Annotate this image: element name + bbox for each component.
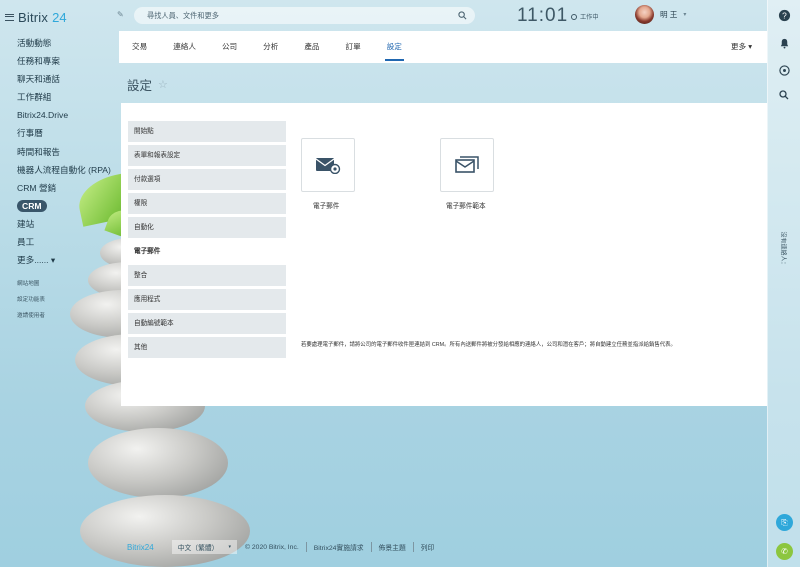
menu-icon[interactable] (5, 13, 14, 21)
email-settings-icon (315, 158, 341, 174)
search-input[interactable]: 尋找人員、文件和更多 (147, 11, 458, 21)
settings-menu-email[interactable]: 電子郵件 (128, 240, 286, 263)
email-template-card[interactable]: 電子郵件範本 (440, 138, 546, 210)
user-name[interactable]: 明 王 (660, 9, 677, 20)
settings-menu-automation[interactable]: 自動化 (128, 216, 286, 239)
logo-row: Bitrix 24 (5, 9, 67, 25)
crm-tabs: 交易 連絡人 公司 分析 產品 訂單 設定 更多 ▾ (119, 31, 767, 63)
sidebar-nav: 活動動態 任務和專案 聊天和通話 工作群組 Bitrix24.Drive 行事曆… (0, 34, 118, 269)
footer-divider (370, 542, 372, 552)
tab-settings[interactable]: 設定 (384, 31, 405, 63)
search-bar[interactable]: 尋找人員、文件和更多 (134, 7, 475, 24)
work-status-label: 工作中 (580, 14, 599, 21)
tab-analytics[interactable]: 分析 (263, 31, 278, 63)
sidebar-item-tasks[interactable]: 任務和專案 (0, 52, 118, 70)
settings-panel: 開始點 表單和報表設定 付款選項 權限 自動化 電子郵件 整合 應用程式 自動編… (121, 103, 767, 406)
tab-deals[interactable]: 交易 (132, 31, 147, 63)
notification-bell-icon[interactable] (776, 35, 792, 51)
left-sidebar: Bitrix 24 活動動態 任務和專案 聊天和通話 工作群組 Bitrix24… (0, 0, 118, 567)
sidebar-item-workgroups[interactable]: 工作群組 (0, 88, 118, 106)
themes-link[interactable]: 佈景主題 (379, 542, 406, 552)
sidebar-item-crm-marketing[interactable]: CRM 營銷 (0, 179, 118, 197)
phone-icon[interactable]: ✆ (776, 543, 793, 560)
settings-menu-apps[interactable]: 應用程式 (128, 288, 286, 311)
email-card[interactable]: 電子郵件 (301, 138, 407, 210)
email-template-card-label[interactable]: 電子郵件範本 (446, 200, 486, 210)
settings-menu: 開始點 表單和報表設定 付款選項 權限 自動化 電子郵件 整合 應用程式 自動編… (128, 121, 286, 361)
page-title: 設定 (127, 79, 153, 93)
user-menu[interactable]: 明 王 ▾ (635, 5, 686, 24)
work-status-icon (571, 13, 577, 20)
email-card-label[interactable]: 電子郵件 (313, 200, 339, 210)
sidebar-item-time-reports[interactable]: 時間和報告 (0, 143, 118, 161)
edit-icon[interactable]: ✎ (117, 10, 124, 19)
settings-menu-start[interactable]: 開始點 (128, 121, 286, 143)
email-card-box[interactable] (301, 138, 355, 192)
print-link[interactable]: 列印 (421, 542, 435, 552)
sidebar-item-calendar[interactable]: 行事曆 (0, 124, 118, 142)
email-template-icon (455, 156, 479, 173)
footer: Bitrix24 中文（繁體） ▾ © 2020 Bitrix, Inc. Bi… (127, 540, 434, 554)
sidebar-item-crm[interactable]: CRM (0, 197, 118, 215)
sitemap-link[interactable]: 網站地圖 (17, 279, 39, 287)
open-lines-icon[interactable]: ⎘ (776, 514, 793, 531)
avatar[interactable] (635, 5, 654, 24)
settings-menu-permissions[interactable]: 權限 (128, 192, 286, 215)
page-header: 設定 ☆ (127, 75, 168, 94)
no-contacts-label: 沒有連絡人： (779, 230, 786, 268)
settings-cards: 電子郵件 電子郵件範本 (301, 138, 546, 210)
svg-text:?: ? (782, 10, 787, 20)
tab-contacts[interactable]: 連絡人 (173, 31, 196, 63)
tab-products[interactable]: 產品 (304, 31, 319, 63)
invite-users-link[interactable]: 邀請使用者 (17, 311, 45, 319)
language-selector[interactable]: 中文（繁體） ▾ (171, 540, 237, 554)
language-label: 中文（繁體） (177, 545, 219, 552)
sidebar-item-chat[interactable]: 聊天和通話 (0, 70, 118, 88)
configure-menu-link[interactable]: 設定功能表 (17, 295, 45, 303)
chevron-down-icon: ▾ (228, 544, 231, 550)
sidebar-item-rpa[interactable]: 機器人流程自動化 (RPA) (0, 161, 118, 179)
settings-menu-integration[interactable]: 整合 (128, 264, 286, 287)
footer-divider (412, 542, 414, 552)
sidebar-item-feed[interactable]: 活動動態 (0, 34, 118, 52)
chat-icon[interactable] (776, 62, 792, 78)
logo-text[interactable]: Bitrix (18, 10, 48, 25)
tab-companies[interactable]: 公司 (222, 31, 237, 63)
implementation-request-link[interactable]: Bitrix24實施請求 (314, 542, 364, 552)
star-icon[interactable]: ☆ (158, 78, 168, 91)
settings-menu-forms-reports[interactable]: 表單和報表設定 (128, 144, 286, 167)
settings-menu-numbering[interactable]: 自動編號範本 (128, 312, 286, 335)
sidebar-item-crm-label: CRM (17, 199, 47, 212)
sidebar-item-drive[interactable]: Bitrix24.Drive (0, 106, 118, 124)
footer-divider (305, 542, 307, 552)
right-rail: ? 沒有連絡人： ⎘ ✆ (767, 0, 800, 567)
sidebar-item-sites[interactable]: 建站 (0, 215, 118, 233)
tab-more[interactable]: 更多 ▾ (731, 31, 752, 63)
sidebar-item-more[interactable]: 更多...... ▾ (0, 251, 118, 269)
search-icon[interactable] (776, 87, 792, 103)
settings-menu-payment[interactable]: 付款選項 (128, 168, 286, 191)
settings-menu-other[interactable]: 其他 (128, 336, 286, 359)
copyright: © 2020 Bitrix, Inc. (244, 543, 299, 551)
logo-number[interactable]: 24 (52, 10, 66, 25)
chevron-down-icon[interactable]: ▾ (683, 11, 686, 18)
search-icon[interactable] (458, 11, 467, 20)
sidebar-item-employees[interactable]: 員工 (0, 233, 118, 251)
email-notice-text: 若要處理電子郵件，請將公司的電子郵件收件匣連結到 CRM。所有內送郵件將被分發給… (301, 342, 676, 348)
footer-logo: Bitrix24 (127, 542, 154, 552)
tab-orders[interactable]: 訂單 (346, 31, 361, 63)
clock[interactable]: 11:01 (517, 5, 568, 27)
work-status[interactable]: 工作中 (571, 12, 599, 21)
help-icon[interactable]: ? (776, 7, 792, 23)
email-template-card-box[interactable] (440, 138, 494, 192)
